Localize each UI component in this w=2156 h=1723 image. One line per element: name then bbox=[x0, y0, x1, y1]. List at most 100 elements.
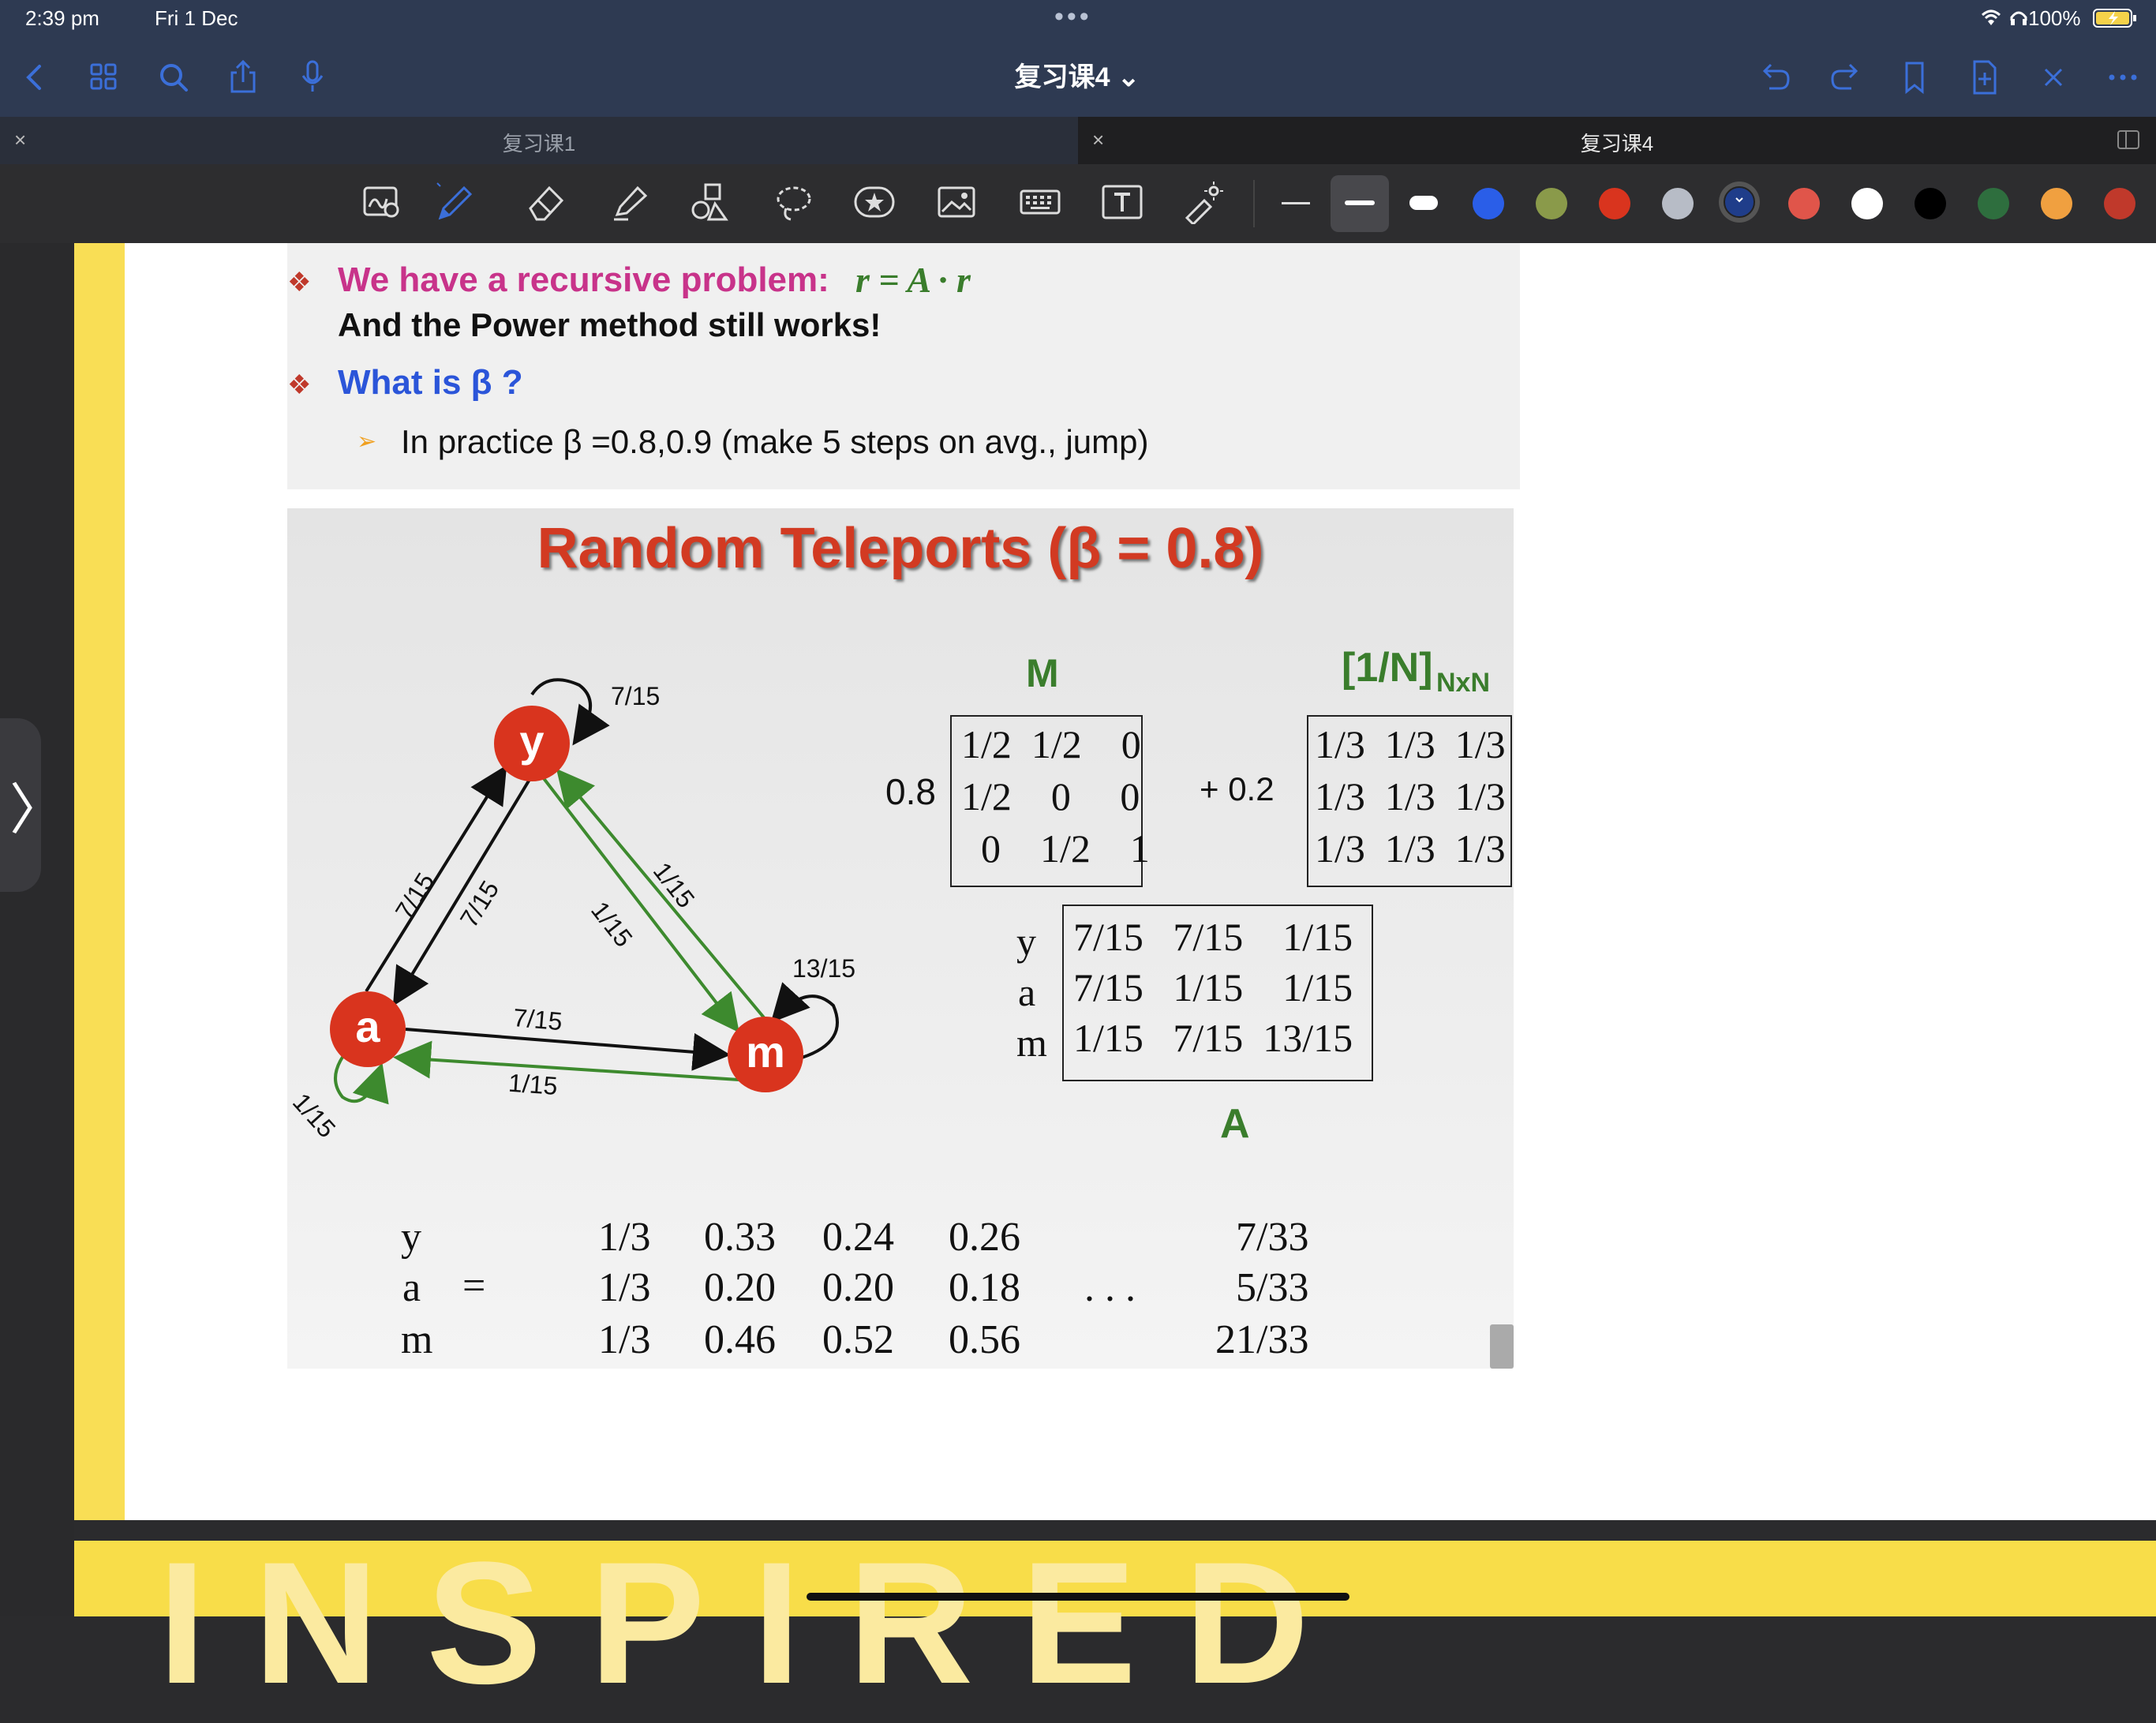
battery-icon bbox=[2093, 8, 2139, 32]
label-y-loop: 7/15 bbox=[611, 682, 660, 710]
slide1-question: What is β ? bbox=[338, 363, 523, 402]
lasso-icon[interactable] bbox=[772, 180, 816, 224]
color-swatch-black[interactable] bbox=[1915, 188, 1946, 219]
image-icon[interactable] bbox=[934, 180, 979, 224]
split-view-icon[interactable] bbox=[2115, 126, 2143, 159]
vector-label-m: m bbox=[401, 1317, 433, 1362]
add-page-icon[interactable] bbox=[1960, 54, 2008, 101]
search-icon[interactable] bbox=[150, 54, 197, 101]
chevron-down-icon bbox=[1734, 194, 1745, 209]
vector-label-y: y bbox=[401, 1215, 421, 1260]
battery-percent: 100% bbox=[2028, 6, 2081, 30]
matrix-M: 1/2 1/2 0 1/2 0 0 0 1/2 1 bbox=[950, 715, 1150, 887]
tab-close-icon[interactable]: × bbox=[14, 128, 26, 152]
matrix-M-row: 1/2 0 0 bbox=[961, 774, 1140, 818]
textbox-icon[interactable] bbox=[1100, 180, 1144, 224]
coefficient-teleport: + 0.2 bbox=[1200, 770, 1275, 807]
undo-icon[interactable] bbox=[1752, 54, 1799, 101]
matrix-A-label: A bbox=[1220, 1101, 1250, 1147]
vector-cell: 1/3 bbox=[598, 1265, 651, 1310]
tool-row bbox=[0, 164, 2156, 243]
stroke-thick[interactable] bbox=[1409, 196, 1438, 210]
color-swatch-gray[interactable] bbox=[1662, 188, 1694, 219]
slide-corner-thumbnail[interactable] bbox=[1490, 1324, 1514, 1369]
vector-equals: = bbox=[462, 1264, 486, 1309]
left-gutter bbox=[0, 243, 74, 1616]
vector-label-a: a bbox=[402, 1265, 421, 1310]
matrix-N-subscript: NxN bbox=[1436, 668, 1491, 698]
slide1-equation: r = A · r bbox=[855, 260, 971, 300]
toolrow-divider bbox=[1253, 180, 1255, 227]
vector-cell: 0.20 bbox=[704, 1265, 776, 1310]
back-icon[interactable] bbox=[11, 54, 58, 101]
eraser-icon[interactable] bbox=[524, 180, 568, 224]
matrix-N-label: [1/N] bbox=[1342, 645, 1433, 691]
zoom-write-icon[interactable] bbox=[360, 180, 404, 224]
matrix-A: 7/15 7/15 1/15 7/15 1/15 1/15 1/15 7/15 … bbox=[1062, 905, 1373, 1081]
label-y-to-a: 7/15 bbox=[455, 875, 505, 932]
chevron-right-icon[interactable]: 〉 bbox=[9, 766, 65, 845]
tab-label[interactable]: 复习课1 bbox=[381, 128, 697, 157]
sticker-icon[interactable] bbox=[852, 180, 896, 224]
matrix-N: 1/3 1/3 1/3 1/3 1/3 1/3 1/3 1/3 1/3 bbox=[1307, 715, 1512, 887]
vector-ellipsis: . . . bbox=[1084, 1265, 1136, 1310]
matrix-A-row: 7/15 1/15 1/15 bbox=[1073, 965, 1353, 1009]
shapes-icon[interactable] bbox=[688, 180, 732, 224]
laser-icon[interactable] bbox=[1181, 180, 1225, 227]
label-m-loop: 13/15 bbox=[792, 954, 855, 983]
slide1-line2: And the Power method still works! bbox=[338, 306, 881, 343]
tab-label[interactable]: 复习课4 bbox=[1459, 128, 1775, 157]
status-time: 2:39 pm bbox=[25, 6, 99, 30]
label-a-loop: 1/15 bbox=[287, 1088, 341, 1143]
slide1-heading: We have a recursive problem: bbox=[338, 260, 829, 299]
vector-final-cell: 5/33 bbox=[1236, 1265, 1309, 1310]
redo-icon[interactable] bbox=[1821, 54, 1869, 101]
teleport-graph: y a m 7/15 7/15 7/15 1/15 1/15 13/15 7/1… bbox=[287, 678, 855, 1143]
color-swatch-coral[interactable] bbox=[1788, 188, 1820, 219]
document-title-menu[interactable]: 复习课4 ⌄ bbox=[947, 55, 1207, 94]
keyboard-icon[interactable] bbox=[1018, 180, 1062, 224]
vector-cell: 0.26 bbox=[949, 1215, 1020, 1260]
pen-icon[interactable] bbox=[432, 180, 477, 224]
matrix-M-row: 1/2 1/2 0 bbox=[961, 722, 1141, 766]
vector-cell: 0.18 bbox=[949, 1265, 1020, 1310]
more-icon[interactable] bbox=[2099, 54, 2147, 101]
bullet-icon: ❖ bbox=[287, 268, 312, 298]
vector-cell: 0.33 bbox=[704, 1215, 776, 1260]
color-swatch-green[interactable] bbox=[1978, 188, 2009, 219]
matrix-N-row: 1/3 1/3 1/3 bbox=[1315, 826, 1506, 871]
node-a-label: a bbox=[355, 1002, 380, 1051]
tab-close-icon[interactable]: × bbox=[1092, 128, 1104, 152]
bookmark-icon[interactable] bbox=[1891, 54, 1938, 101]
color-swatch-darkred[interactable] bbox=[2104, 188, 2135, 219]
matrix-M-label: M bbox=[1026, 651, 1059, 695]
multitask-dots-icon[interactable]: ••• bbox=[1054, 2, 1092, 32]
color-swatch-blue[interactable] bbox=[1473, 188, 1504, 219]
matrix-N-row: 1/3 1/3 1/3 bbox=[1315, 722, 1506, 766]
matrix-A-row-label: a bbox=[1018, 970, 1036, 1014]
edge-a-to-m bbox=[405, 1028, 731, 1071]
color-swatch-olive[interactable] bbox=[1536, 188, 1567, 219]
grid-icon[interactable] bbox=[80, 54, 128, 101]
edge-m-to-y bbox=[556, 768, 769, 1023]
label-m-to-a: 1/15 bbox=[507, 1069, 559, 1100]
slide2-title: Random Teleports (β = 0.8) bbox=[537, 517, 1264, 580]
node-y-label: y bbox=[519, 716, 544, 766]
coefficient-beta: 0.8 bbox=[885, 771, 936, 812]
page-margin-stripe bbox=[74, 243, 125, 1520]
home-indicator[interactable] bbox=[807, 1593, 1349, 1601]
color-swatch-orange[interactable] bbox=[2041, 188, 2072, 219]
edge-y-to-m bbox=[533, 766, 739, 1033]
matrix-A-row: 1/15 7/15 13/15 bbox=[1073, 1016, 1353, 1060]
vector-cell: 0.52 bbox=[822, 1317, 894, 1362]
stroke-medium[interactable] bbox=[1345, 200, 1375, 205]
stroke-thin[interactable] bbox=[1282, 202, 1310, 204]
share-icon[interactable] bbox=[219, 54, 267, 101]
mic-icon[interactable] bbox=[289, 54, 336, 101]
color-swatch-white[interactable] bbox=[1851, 188, 1883, 219]
highlighter-icon[interactable] bbox=[608, 180, 652, 224]
sub-bullet-icon: ➢ bbox=[357, 429, 377, 455]
close-icon[interactable] bbox=[2030, 54, 2077, 101]
color-swatch-red[interactable] bbox=[1599, 188, 1630, 219]
matrix-A-row-label: y bbox=[1016, 920, 1036, 964]
